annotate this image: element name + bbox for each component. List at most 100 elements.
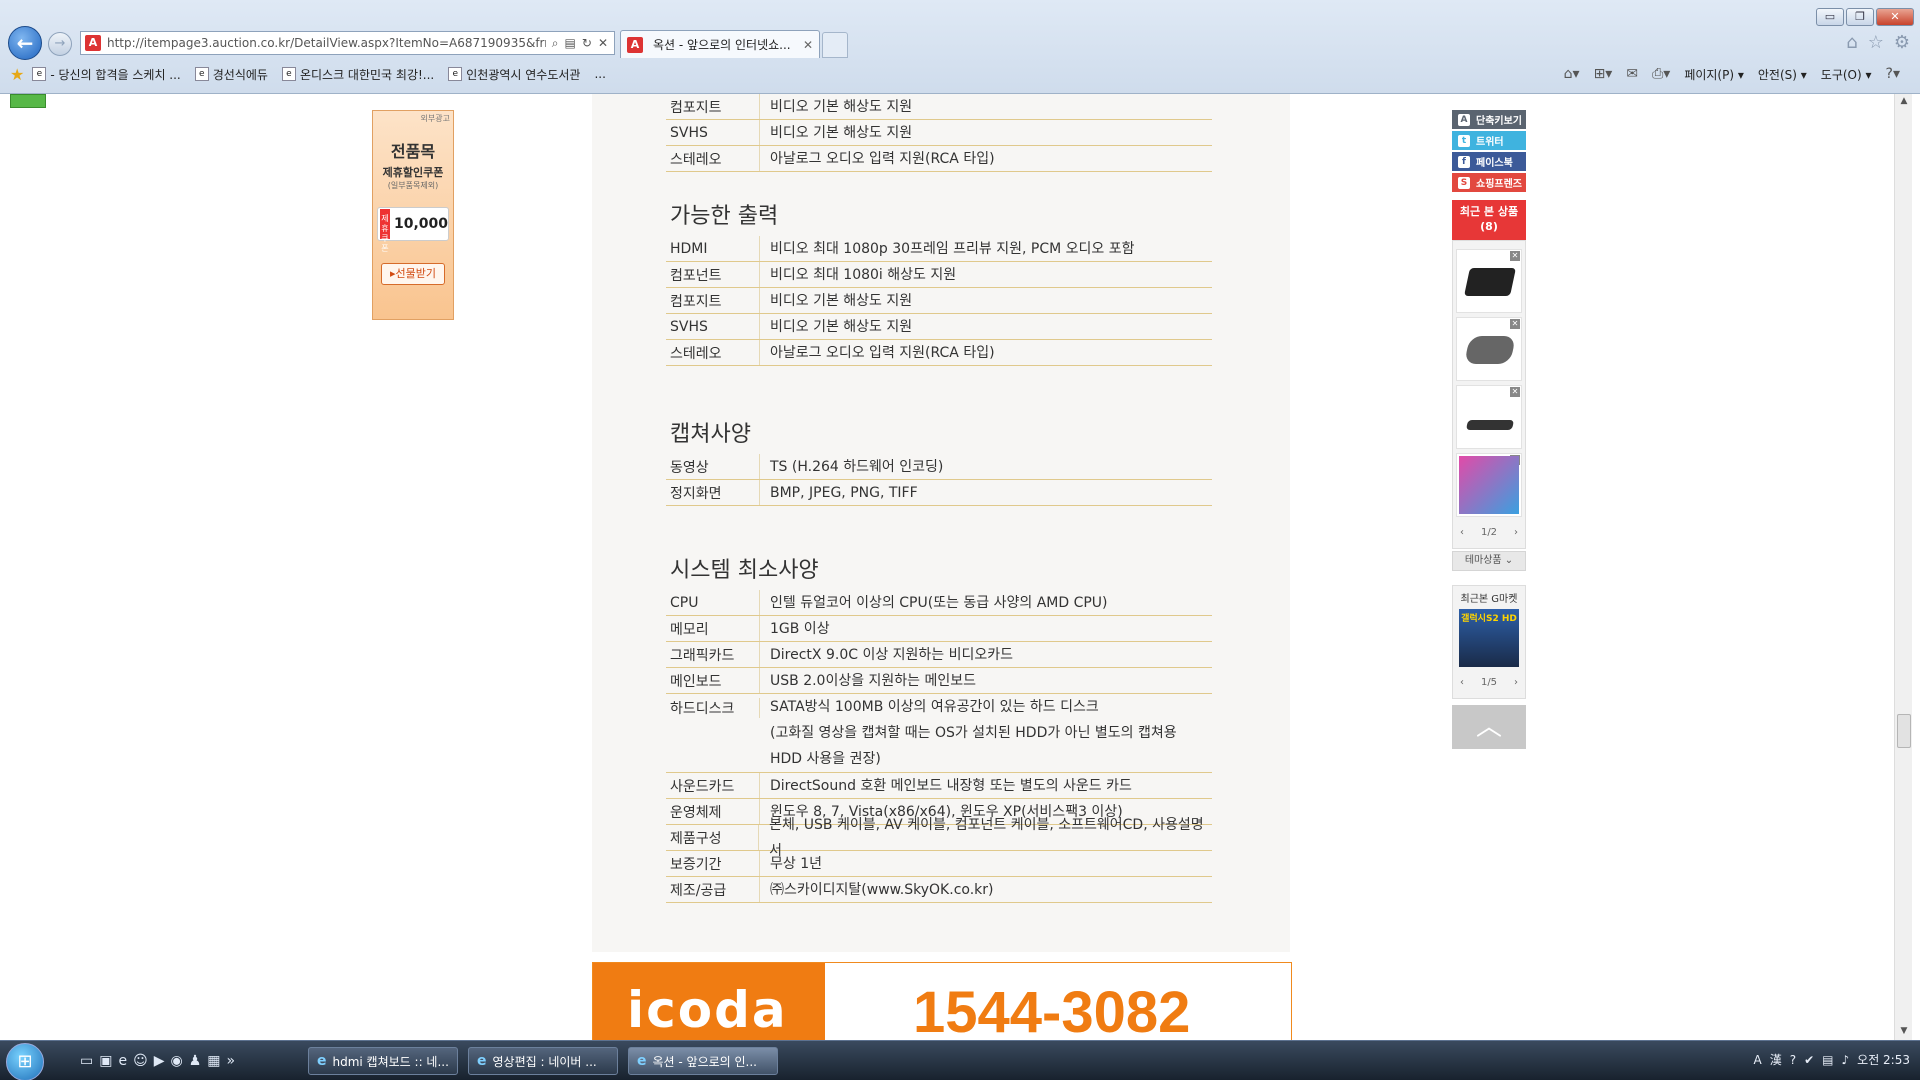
- search-icon[interactable]: ⌕: [552, 36, 559, 51]
- vertical-scrollbar[interactable]: ▲ ▼: [1894, 94, 1912, 1040]
- table-row: 컴포지트 비디오 기본 해상도 지원: [666, 94, 1212, 120]
- capture-spec-table: 동영상 TS (H.264 하드웨어 인코딩) 정지화면 BMP, JPEG, PN…: [666, 454, 1212, 506]
- scroll-down-icon[interactable]: ▼: [1898, 1026, 1910, 1038]
- favorites-star-icon[interactable]: ☆: [1868, 32, 1884, 53]
- browser-chrome: ▭ ❐ ✕ ← → A http://itempage3.auction.co.…: [0, 0, 1920, 94]
- twitter-share-button[interactable]: t 트위터: [1452, 131, 1526, 150]
- mail-icon[interactable]: ✉: [1626, 66, 1638, 82]
- favorites-overflow[interactable]: ...: [594, 67, 605, 81]
- maximize-button[interactable]: ❐: [1846, 8, 1874, 26]
- tab-close-icon[interactable]: ✕: [803, 38, 813, 52]
- taskbar-item-3[interactable]: e 옥션 - 앞으로의 인...: [628, 1047, 778, 1075]
- facebook-share-button[interactable]: f 페이스북: [1452, 152, 1526, 171]
- contact-banner: icoda 1544-3082: [592, 962, 1292, 1042]
- capture-section-title: 캡쳐사양: [670, 422, 751, 447]
- prev-arrow-icon[interactable]: ‹: [1460, 677, 1464, 688]
- scroll-thumb[interactable]: [1897, 714, 1911, 748]
- network-icon[interactable]: ▤: [1822, 1053, 1833, 1067]
- explorer-icon[interactable]: ▣: [99, 1053, 112, 1069]
- app-icon[interactable]: ◉: [170, 1053, 182, 1069]
- clock[interactable]: 오전 2:53: [1857, 1051, 1910, 1068]
- app-icon[interactable]: ♟: [189, 1053, 202, 1069]
- media-icon[interactable]: ▶: [154, 1053, 165, 1069]
- right-sidebar: A 단축키보기 t 트위터 f 페이스북 S 쇼핑프렌즈 최근 본 상품 (8) ✕ ✕…: [1452, 110, 1526, 749]
- table-row: 하드디스크 SATA방식 100MB 이상의 여유공간이 있는 하드 디스크 (고…: [666, 694, 1212, 773]
- desktop-icon[interactable]: ▭: [80, 1053, 93, 1069]
- theme-products-button[interactable]: 테마상품 ⌄: [1452, 551, 1526, 571]
- addon-indicator[interactable]: [10, 94, 46, 108]
- taskbar-item-1[interactable]: e hdmi 캡쳐보드 :: 네...: [308, 1047, 458, 1075]
- table-row: 메인보드 USB 2.0이상을 지원하는 메인보드: [666, 668, 1212, 694]
- scroll-to-top-button[interactable]: ︿: [1452, 705, 1526, 749]
- system-spec-table: CPU 인텔 듀얼코어 이상의 CPU(또는 동급 사양의 AMD CPU) 메모…: [666, 590, 1212, 903]
- table-row: 사운드카드 DirectSound 호환 메인보드 내장형 또는 별도의 사운드 …: [666, 773, 1212, 799]
- safety-menu[interactable]: 안전(S) ▾: [1758, 66, 1807, 83]
- messenger-icon[interactable]: ☺: [133, 1053, 148, 1069]
- gift-receive-button[interactable]: ▸선물받기: [381, 263, 445, 285]
- favorites-icon[interactable]: ★: [10, 65, 24, 84]
- forward-button[interactable]: →: [48, 32, 72, 56]
- table-row: 제품구성 본체, USB 케이블, AV 케이블, 컴포넌트 케이블, 소프트웨어…: [666, 817, 1212, 859]
- left-coupon-ad[interactable]: 외부광고 전품목 제휴할인쿠폰 (일부품목제외) 제휴쿠폰 10,000 ▸선물…: [372, 110, 454, 320]
- table-row: 그래픽카드 DirectX 9.0C 이상 지원하는 비디오카드: [666, 642, 1212, 668]
- url-input[interactable]: http://itempage3.auction.co.kr/DetailVie…: [107, 36, 546, 50]
- new-tab-button[interactable]: [822, 32, 848, 58]
- recent-item-thumb[interactable]: ✕: [1456, 249, 1522, 313]
- table-row: HDMI 비디오 최대 1080p 30프레임 프리뷰 지원, PCM 오디오 포…: [666, 236, 1212, 262]
- ime-icon[interactable]: A: [1753, 1053, 1761, 1067]
- more-chevron-icon[interactable]: »: [227, 1053, 236, 1069]
- twitter-icon: t: [1458, 134, 1470, 147]
- recent-item-thumb[interactable]: ✕: [1456, 317, 1522, 381]
- close-window-button[interactable]: ✕: [1876, 8, 1914, 26]
- minimize-button[interactable]: ▭: [1816, 8, 1844, 26]
- tools-menu[interactable]: 도구(O) ▾: [1821, 66, 1872, 83]
- recent-item-thumb[interactable]: ✕: [1456, 385, 1522, 449]
- help-icon[interactable]: ?▾: [1886, 66, 1900, 82]
- home-menu-icon[interactable]: ⌂▾: [1564, 66, 1580, 82]
- start-button[interactable]: ⊞: [6, 1043, 44, 1080]
- compat-view-icon[interactable]: ▤: [565, 36, 576, 51]
- table-row: 스테레오 아날로그 오디오 입력 지원(RCA 타입): [666, 146, 1212, 172]
- prev-arrow-icon[interactable]: ‹: [1460, 527, 1464, 538]
- recent-item-thumb[interactable]: ✕: [1456, 453, 1522, 517]
- favorite-link-3[interactable]: e 온디스크 대한민국 최강!...: [281, 66, 434, 83]
- gmarket-title: 최근본 G마켓: [1460, 594, 1518, 605]
- table-row: 제조/공급 ㈜스카이디지탈(www.SkyOK.co.kr): [666, 877, 1212, 903]
- table-row: 정지화면 BMP, JPEG, PNG, TIFF: [666, 480, 1212, 506]
- shortcut-keys-button[interactable]: A 단축키보기: [1452, 110, 1526, 129]
- refresh-icon[interactable]: ↻: [582, 36, 592, 51]
- volume-icon[interactable]: ♪: [1841, 1053, 1849, 1067]
- help-icon[interactable]: ?: [1790, 1053, 1796, 1067]
- print-icon[interactable]: ⎙▾: [1652, 66, 1670, 82]
- page-menu[interactable]: 페이지(P) ▾: [1684, 66, 1744, 83]
- app-icon[interactable]: ▦: [207, 1053, 220, 1069]
- back-button[interactable]: ←: [8, 26, 42, 60]
- favorite-link-4[interactable]: e 인천광역시 연수도서관: [448, 66, 580, 83]
- remove-icon[interactable]: ✕: [1510, 319, 1520, 329]
- shopping-friends-icon: S: [1458, 176, 1470, 189]
- remove-icon[interactable]: ✕: [1510, 251, 1520, 261]
- page-icon: e: [32, 67, 47, 81]
- favorite-link-2[interactable]: e 경선식에듀: [194, 66, 268, 83]
- command-bar: ⌂▾ ⊞▾ ✉ ⎙▾ 페이지(P) ▾ 안전(S) ▾ 도구(O) ▾ ?▾: [1564, 62, 1900, 86]
- home-icon[interactable]: ⌂: [1846, 32, 1857, 53]
- favorite-link-1[interactable]: e- 당신의 합격을 스케치 ...: [32, 66, 181, 83]
- feeds-icon[interactable]: ⊞▾: [1594, 66, 1613, 82]
- coupon-badge: 제휴쿠폰 10,000: [377, 207, 449, 253]
- address-bar[interactable]: A http://itempage3.auction.co.kr/DetailV…: [80, 31, 615, 55]
- table-row: 스테레오 아날로그 오디오 입력 지원(RCA 타입): [666, 340, 1212, 366]
- hanja-icon[interactable]: 漢: [1770, 1051, 1782, 1068]
- remove-icon[interactable]: ✕: [1510, 387, 1520, 397]
- settings-gear-icon[interactable]: ⚙: [1894, 32, 1910, 53]
- shopping-friends-button[interactable]: S 쇼핑프렌즈: [1452, 173, 1526, 192]
- tab-auction[interactable]: A 옥션 - 앞으로의 인터넷쇼... ✕: [620, 30, 820, 58]
- taskbar-item-2[interactable]: e 영상편집 : 네이버 ...: [468, 1047, 618, 1075]
- next-arrow-icon[interactable]: ›: [1514, 677, 1518, 688]
- scroll-up-icon[interactable]: ▲: [1898, 96, 1910, 108]
- ie-icon[interactable]: e: [118, 1053, 127, 1069]
- stop-icon[interactable]: ✕: [598, 36, 608, 51]
- next-arrow-icon[interactable]: ›: [1514, 527, 1518, 538]
- system-tray: A 漢 ? ✔ ▤ ♪ 오전 2:53: [1753, 1051, 1910, 1068]
- security-icon[interactable]: ✔: [1804, 1053, 1814, 1067]
- gmarket-item-thumb[interactable]: 갤럭시S2 HD: [1459, 609, 1519, 667]
